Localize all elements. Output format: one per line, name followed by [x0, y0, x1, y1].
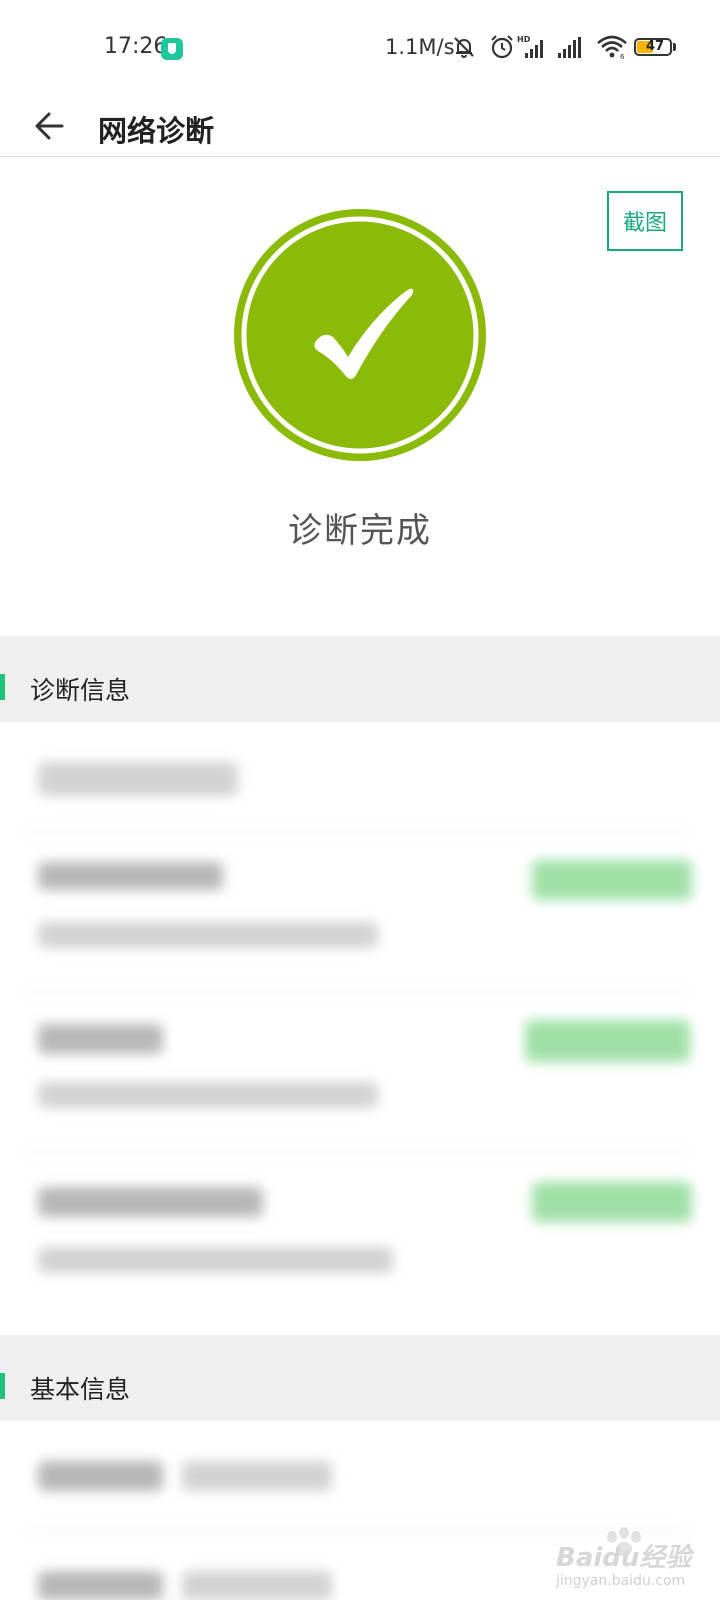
- back-button[interactable]: [28, 104, 72, 148]
- section-header-basic: 基本信息: [0, 1335, 720, 1421]
- watermark-subtext: jingyan.baidu.com: [556, 1573, 686, 1589]
- arrow-left-icon: [35, 112, 64, 140]
- network-speed: 1.1M/s: [385, 35, 455, 59]
- blurred-diagnosis-list: [0, 722, 720, 1335]
- svg-text:HD: HD: [517, 35, 531, 44]
- status-time: 17:26: [104, 34, 168, 59]
- svg-text:6: 6: [620, 53, 625, 60]
- signal-icon: [558, 37, 581, 58]
- section-header-diagnosis: 诊断信息: [0, 636, 720, 722]
- page-title: 网络诊断: [98, 114, 215, 148]
- screenshot-button[interactable]: 截图: [607, 191, 683, 251]
- section-accent-bar: [0, 1373, 5, 1399]
- battery-level: 47: [645, 39, 665, 54]
- watermark-text: Baidu经验: [556, 1543, 692, 1573]
- section-title: 诊断信息: [30, 676, 131, 705]
- section-title: 基本信息: [30, 1375, 131, 1404]
- status-bar: 17:26 1.1M/s HD 6 47: [0, 0, 720, 96]
- diagnosis-status-text: 诊断完成: [288, 511, 432, 551]
- wifi-icon: 6: [597, 35, 627, 60]
- bell-muted-icon: [454, 37, 474, 58]
- app-header: 网络诊断: [0, 96, 720, 157]
- alarm-icon: [491, 35, 513, 59]
- check-circle-icon: [234, 209, 486, 461]
- hd-signal-icon: HD: [517, 35, 543, 58]
- battery-tip: [673, 43, 676, 51]
- shield-icon: [161, 38, 183, 60]
- section-accent-bar: [0, 674, 5, 700]
